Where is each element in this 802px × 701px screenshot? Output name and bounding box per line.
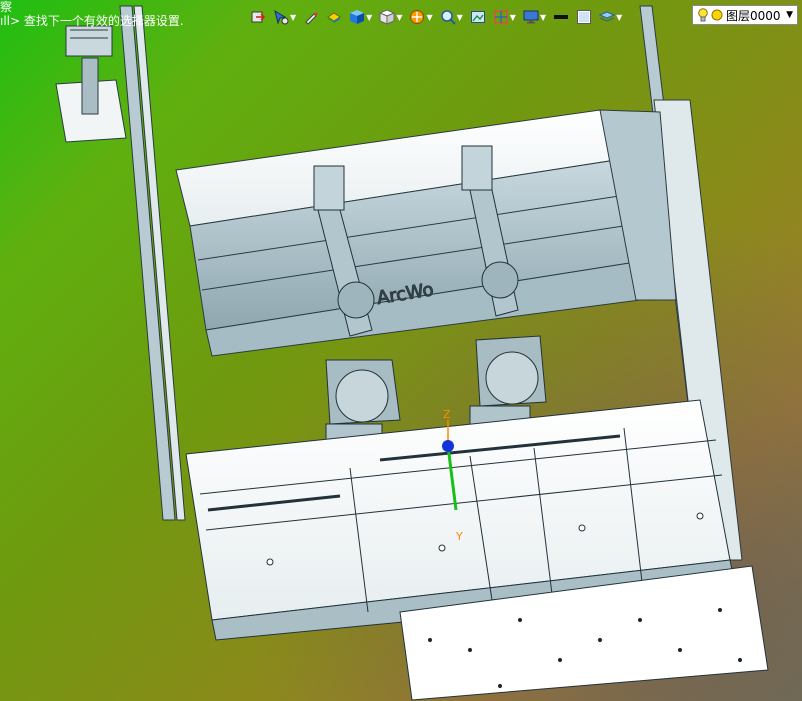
display-style-button[interactable] — [324, 6, 344, 28]
command-status-line: ıll> 查找下一个有效的选择器设置. — [0, 14, 184, 28]
chevron-down-icon: ▼ — [290, 12, 297, 22]
sketch-button[interactable] — [301, 6, 321, 28]
view-settings-button[interactable] — [468, 6, 488, 28]
layers-stack-icon — [599, 11, 616, 22]
display-style-icon — [327, 12, 342, 23]
coordinate-system-icon — [251, 11, 266, 23]
layers-button[interactable]: ▼ — [597, 6, 624, 28]
lightbulb-icon — [698, 8, 708, 22]
select-filter-button[interactable]: ▼ — [271, 6, 298, 28]
chevron-down-icon: ▼ — [366, 12, 373, 22]
machine-3d-model[interactable]: ArcWo Z Y — [0, 0, 802, 701]
appearance-color-button[interactable] — [574, 6, 594, 28]
chevron-down-icon: ▼ — [456, 12, 463, 22]
view-cube-icon — [350, 10, 365, 24]
view-orientation-button[interactable]: ▼ — [347, 6, 374, 28]
triad-z-label: Z — [443, 408, 451, 421]
white-cube-icon — [379, 9, 396, 25]
display-pane-button[interactable]: ▼ — [521, 6, 548, 28]
color-swatch-icon — [577, 10, 592, 24]
gantry-beam: ArcWo — [175, 109, 677, 357]
layer-dropdown[interactable]: 图层0000 ▼ — [692, 5, 798, 25]
line-weight-button[interactable] — [551, 6, 571, 28]
tool-stand — [55, 25, 127, 143]
heads-up-toolbar: ▼ ▼ ▼ ▼ ▼ ▼ ▼ ▼ — [248, 4, 624, 30]
triad-y-label: Y — [455, 530, 463, 543]
line-weight-icon — [554, 15, 569, 19]
sun-icon — [711, 9, 723, 21]
orientation-icon — [494, 10, 508, 24]
command-prompt: 察 ıll> 查找下一个有效的选择器设置. — [0, 0, 184, 28]
chevron-down-icon: ▼ — [616, 12, 623, 22]
command-history-line: 察 — [0, 0, 13, 14]
coordinate-system-button[interactable] — [248, 6, 268, 28]
current-layer-name: 图层0000 — [726, 8, 781, 23]
sketch-pen-icon — [305, 12, 319, 25]
zoom-icon — [440, 10, 456, 25]
section-view-icon — [410, 10, 425, 24]
select-filter-icon — [274, 9, 289, 25]
cad-viewport[interactable]: 察 ıll> 查找下一个有效的选择器设置. ▼ ▼ ▼ ▼ ▼ ▼ ▼ ▼ 图层… — [0, 0, 802, 701]
chevron-down-icon: ▼ — [509, 12, 516, 22]
chevron-down-icon: ▼ — [396, 12, 403, 22]
monitor-icon — [523, 10, 539, 24]
left-frame-rails — [119, 5, 186, 521]
chevron-down-icon: ▼ — [539, 12, 547, 22]
orientation-button[interactable]: ▼ — [491, 6, 518, 28]
chevron-down-icon: ▼ — [426, 12, 433, 22]
chevron-down-icon: ▼ — [786, 10, 793, 20]
camera-icon — [470, 11, 485, 23]
section-view-button[interactable]: ▼ — [407, 6, 434, 28]
hide-show-items-button[interactable]: ▼ — [377, 6, 404, 28]
zoom-button[interactable]: ▼ — [438, 6, 465, 28]
